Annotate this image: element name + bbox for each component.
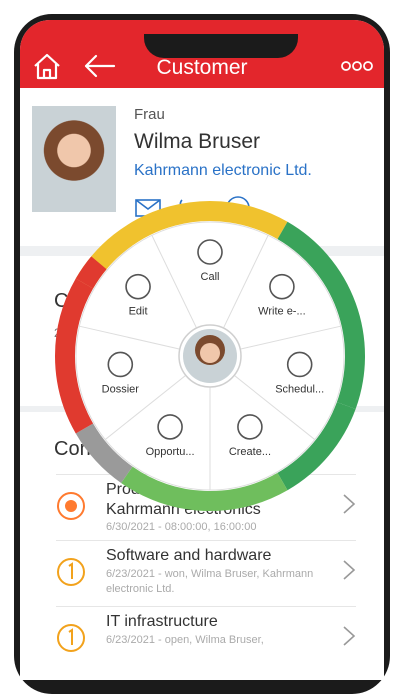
wheel-item-label: Call bbox=[201, 271, 220, 283]
contact-name: Wilma Bruser bbox=[134, 130, 261, 153]
wheel-item-label: Write e-... bbox=[258, 306, 305, 318]
wheel-item-label: Schedul... bbox=[275, 383, 324, 395]
chevron-right-icon bbox=[343, 560, 356, 580]
list-item-title: IT infrastructure bbox=[106, 613, 218, 630]
contact-salutation: Frau bbox=[134, 106, 165, 123]
action-wheel: Call Write e-... Schedul... Create... Opport… bbox=[55, 201, 365, 511]
contact-company-link[interactable]: Kahrmann electronic Ltd. bbox=[134, 162, 312, 180]
phone-notch bbox=[144, 34, 298, 58]
list-item[interactable]: Software and hardware 6/23/2021 - won, W… bbox=[56, 540, 356, 607]
chevron-right-icon bbox=[343, 626, 356, 646]
list-item-meta: 6/23/2021 - open, Wilma Bruser, bbox=[106, 634, 264, 646]
wheel-item-label: Edit bbox=[129, 306, 148, 318]
more-options-icon[interactable] bbox=[340, 56, 374, 76]
list-item-meta: 6/30/2021 - 08:00:00, 16:00:00 bbox=[106, 521, 257, 533]
list-item-title: Software and hardware bbox=[106, 547, 272, 564]
center-avatar[interactable] bbox=[178, 324, 242, 388]
list-item-meta: 6/23/2021 - won, Wilma Bruser, Kahrmann … bbox=[106, 568, 314, 595]
ring-segment bbox=[75, 256, 107, 289]
wheel-item-label: Dossier bbox=[102, 383, 140, 395]
contact-photo bbox=[32, 106, 116, 212]
number-badge-icon bbox=[57, 558, 85, 586]
list-item[interactable]: IT infrastructure 6/23/2021 - open, Wilm… bbox=[56, 606, 356, 673]
number-badge-icon bbox=[57, 624, 85, 652]
page-title: Customer bbox=[156, 56, 248, 79]
wheel-item-label: Create... bbox=[229, 446, 271, 458]
wheel-item-label: Opportu... bbox=[146, 446, 195, 458]
